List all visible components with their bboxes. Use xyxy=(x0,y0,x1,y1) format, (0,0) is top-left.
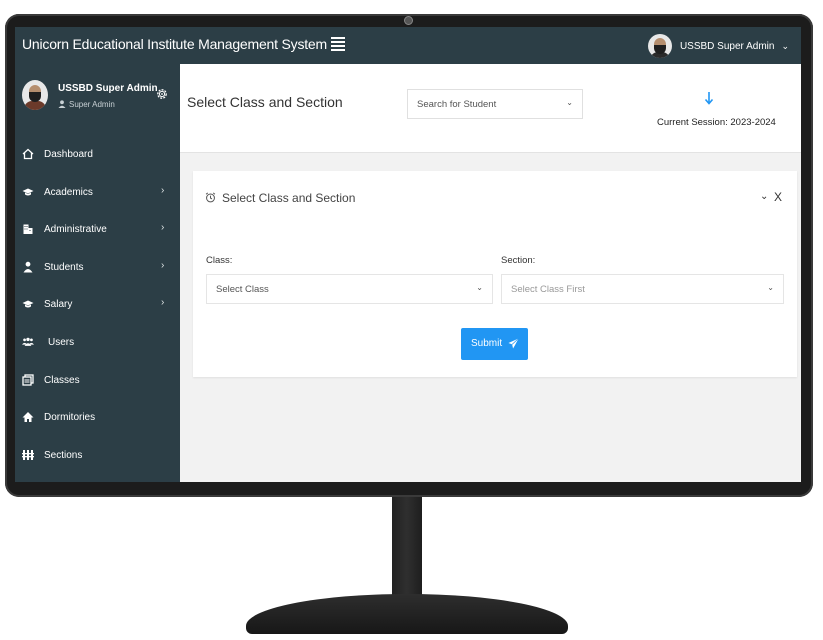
chevron-down-icon: ⌄ xyxy=(566,98,573,107)
class-select-placeholder: Select Class xyxy=(216,284,269,295)
profile-name: USSBD Super Admin xyxy=(58,83,158,94)
submit-label: Submit xyxy=(471,338,503,349)
class-label: Class: xyxy=(206,255,233,266)
screen: Unicorn Educational Institute Management… xyxy=(15,27,801,482)
app-title: Unicorn Educational Institute Management… xyxy=(22,36,327,52)
sidebar-item-label: Dormitories xyxy=(44,412,96,424)
sidebar-item-label: Dashboard xyxy=(44,149,93,160)
graduation-cap-icon xyxy=(22,300,34,308)
building-icon xyxy=(23,224,33,235)
sidebar-item-sections[interactable]: Sections xyxy=(15,437,180,475)
dormitory-icon xyxy=(22,412,34,423)
arrow-down-icon xyxy=(704,92,714,105)
profile-role: Super Admin xyxy=(58,100,115,109)
chevron-down-icon: ⌄ xyxy=(781,40,789,51)
student-search-select[interactable]: Search for Student ⌄ xyxy=(407,89,583,119)
collapse-button[interactable]: ⌄ xyxy=(760,191,768,202)
sidebar-item-label: Salary xyxy=(44,299,73,311)
monitor-stand-neck xyxy=(392,497,422,597)
chevron-right-icon: › xyxy=(161,184,165,196)
sidebar-item-students[interactable]: Students › xyxy=(15,249,180,287)
student-search-placeholder: Search for Student xyxy=(417,99,497,110)
sidebar-item-label: Classes xyxy=(44,374,80,386)
sidebar: USSBD Super Admin Super Admin Dashboard xyxy=(15,64,180,482)
sidebar-item-label: Academics xyxy=(44,186,93,198)
profile-role-label: Super Admin xyxy=(69,100,115,109)
alarm-clock-icon xyxy=(205,192,216,203)
chevron-right-icon: › xyxy=(161,222,165,234)
classes-icon xyxy=(22,373,34,386)
gear-icon[interactable] xyxy=(156,88,168,100)
sidebar-item-classes[interactable]: Classes xyxy=(15,362,180,400)
student-icon xyxy=(23,261,33,273)
avatar xyxy=(647,34,672,58)
close-button[interactable]: X xyxy=(774,190,782,204)
sidebar-item-label: Administrative xyxy=(44,224,107,236)
webcam-icon xyxy=(404,16,413,25)
users-icon xyxy=(22,337,34,346)
chevron-right-icon: › xyxy=(161,297,165,309)
graduation-cap-icon xyxy=(22,188,34,196)
section-select[interactable]: Select Class First ⌄ xyxy=(501,274,784,304)
monitor-stand-base xyxy=(246,594,568,634)
home-icon xyxy=(22,148,34,160)
top-navbar: Unicorn Educational Institute Management… xyxy=(15,27,801,64)
chevron-right-icon: › xyxy=(161,259,165,271)
paper-plane-icon xyxy=(508,338,519,349)
chevron-down-icon: ⌄ xyxy=(476,283,483,292)
current-session: Current Session: 2023-2024 xyxy=(657,117,776,128)
sidebar-item-academics[interactable]: Academics › xyxy=(15,174,180,212)
sidebar-item-administrative[interactable]: Administrative › xyxy=(15,211,180,249)
profile-avatar xyxy=(22,80,48,110)
page-header: Select Class and Section Search for Stud… xyxy=(180,64,801,153)
user-menu[interactable]: USSBD Super Admin ⌄ xyxy=(647,31,789,61)
submit-button[interactable]: Submit xyxy=(461,328,528,360)
section-label: Section: xyxy=(501,255,536,266)
sidebar-item-users[interactable]: Users xyxy=(15,324,180,362)
user-name: USSBD Super Admin xyxy=(679,40,775,52)
class-select[interactable]: Select Class ⌄ xyxy=(206,274,493,304)
sidebar-nav: Dashboard Academics › Administrative › S… xyxy=(15,136,180,474)
sidebar-profile: USSBD Super Admin Super Admin xyxy=(15,64,180,124)
sidebar-item-label: Sections xyxy=(44,449,83,461)
page-title: Select Class and Section xyxy=(187,94,343,110)
sidebar-item-dashboard[interactable]: Dashboard xyxy=(15,136,180,174)
chevron-down-icon: ⌄ xyxy=(767,283,774,292)
hamburger-menu-icon[interactable] xyxy=(331,35,345,51)
sidebar-item-label: Users xyxy=(48,336,75,348)
sidebar-item-salary[interactable]: Salary › xyxy=(15,286,180,324)
card-title: Select Class and Section xyxy=(222,191,356,205)
sidebar-item-dormitories[interactable]: Dormitories xyxy=(15,399,180,437)
select-class-card: Select Class and Section ⌄ X Class: Sele… xyxy=(193,171,797,377)
section-select-placeholder: Select Class First xyxy=(511,284,585,295)
user-icon xyxy=(58,100,66,108)
sections-icon xyxy=(22,449,34,460)
sidebar-item-label: Students xyxy=(44,261,84,273)
